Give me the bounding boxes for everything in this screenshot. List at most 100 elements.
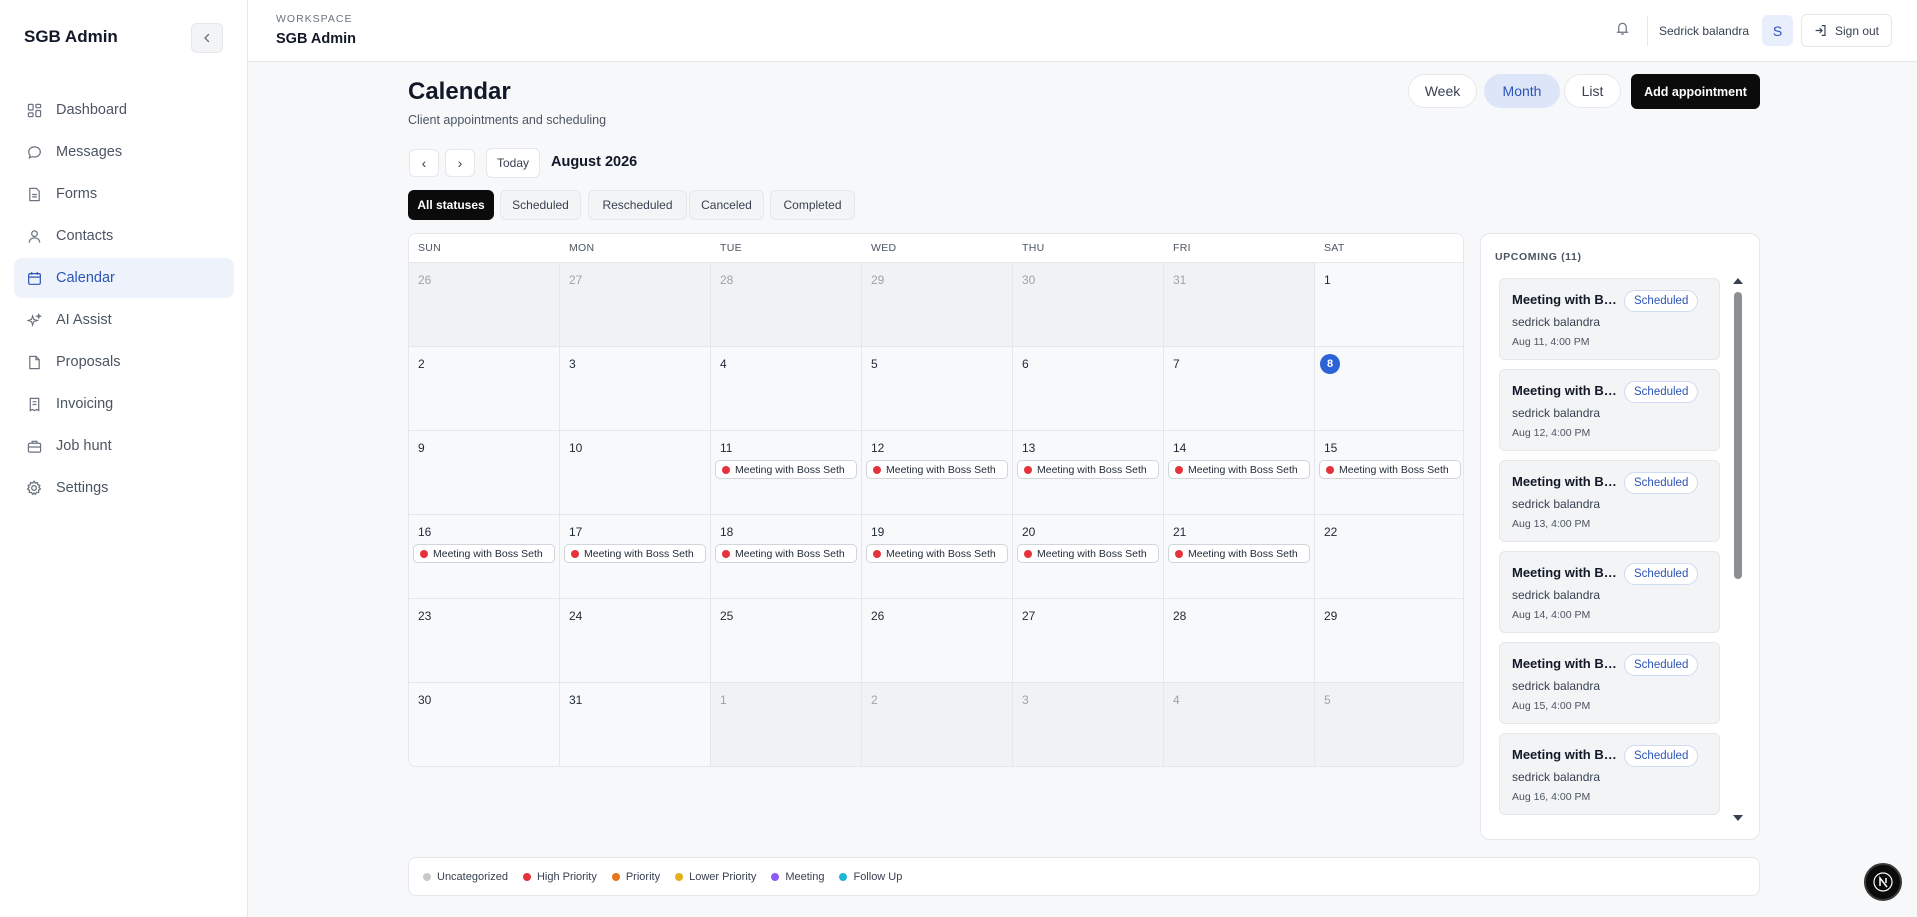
sidebar-item-contacts[interactable]: Contacts (14, 216, 234, 256)
calendar-day-cell[interactable]: 27 (560, 263, 711, 347)
scrollbar-thumb[interactable] (1734, 292, 1742, 579)
nextjs-badge[interactable] (1864, 863, 1902, 901)
calendar-event[interactable]: Meeting with Boss Seth (1017, 460, 1159, 479)
sidebar-item-forms[interactable]: Forms (14, 174, 234, 214)
status-badge: Scheduled (1624, 654, 1699, 676)
calendar-day-cell[interactable]: 31 (560, 683, 711, 766)
notifications-button[interactable] (1615, 20, 1630, 39)
workspace-name: SGB Admin (276, 31, 357, 47)
calendar-day-cell[interactable]: 26 (862, 599, 1013, 683)
calendar-day-cell[interactable]: 2 (409, 347, 560, 431)
calendar-day-cell[interactable]: 2 (862, 683, 1013, 766)
calendar-event[interactable]: Meeting with Boss Seth (866, 460, 1008, 479)
calendar-day-cell[interactable]: 11 Meeting with Boss Seth (711, 431, 862, 515)
calendar-day-cell[interactable]: 18 Meeting with Boss Seth (711, 515, 862, 599)
calendar-day-cell[interactable]: 1 (711, 683, 862, 766)
sidebar-item-proposals[interactable]: Proposals (14, 342, 234, 382)
calendar-day-cell[interactable]: 19 Meeting with Boss Seth (862, 515, 1013, 599)
calendar-day-cell[interactable]: 29 (862, 263, 1013, 347)
next-month-button[interactable]: › (445, 149, 475, 177)
sidebar-item-ai-assist[interactable]: AI Assist (14, 300, 234, 340)
calendar-event[interactable]: Meeting with Boss Seth (564, 544, 706, 563)
filter-canceled[interactable]: Canceled (689, 190, 764, 220)
filter-all-statuses[interactable]: All statuses (408, 190, 494, 220)
date-number: 30 (1022, 273, 1036, 287)
date-number: 21 (1173, 525, 1187, 539)
add-appointment-button[interactable]: Add appointment (1631, 74, 1760, 109)
scroll-up-arrow[interactable] (1733, 278, 1743, 284)
filter-completed[interactable]: Completed (770, 190, 855, 220)
calendar-day-cell[interactable]: 15 Meeting with Boss Seth (1315, 431, 1463, 515)
today-date-number: 8 (1320, 354, 1340, 374)
sidebar-item-settings[interactable]: Settings (14, 468, 234, 508)
calendar-event[interactable]: Meeting with Boss Seth (1319, 460, 1461, 479)
calendar-day-cell[interactable]: 5 (1315, 683, 1463, 766)
view-month-button[interactable]: Month (1484, 74, 1560, 108)
upcoming-appointment-card[interactable]: Meeting with Boss Seth Scheduled sedrick b… (1499, 460, 1720, 542)
view-week-button[interactable]: Week (1408, 74, 1477, 108)
calendar-day-cell[interactable]: 30 (1013, 263, 1164, 347)
upcoming-appointment-card[interactable]: Meeting with Boss Seth Scheduled sedrick b… (1499, 551, 1720, 633)
calendar-day-cell[interactable]: 27 (1013, 599, 1164, 683)
calendar-day-cell[interactable]: 24 (560, 599, 711, 683)
calendar-event[interactable]: Meeting with Boss Seth (1017, 544, 1159, 563)
upcoming-appointment-card[interactable]: Meeting with Boss Seth Scheduled sedrick b… (1499, 642, 1720, 724)
calendar-day-cell[interactable]: 22 (1315, 515, 1463, 599)
calendar-day-cell[interactable]: 28 (711, 263, 862, 347)
calendar-day-cell[interactable]: 4 (1164, 683, 1315, 766)
today-button[interactable]: Today (486, 148, 540, 178)
calendar-day-cell[interactable]: 31 (1164, 263, 1315, 347)
calendar-day-cell[interactable]: 21 Meeting with Boss Seth (1164, 515, 1315, 599)
calendar-day-cell[interactable]: 14 Meeting with Boss Seth (1164, 431, 1315, 515)
sidebar-item-messages[interactable]: Messages (14, 132, 234, 172)
sign-out-button[interactable]: Sign out (1801, 14, 1892, 47)
appointment-client: sedrick balandra (1512, 679, 1601, 693)
calendar-event[interactable]: Meeting with Boss Seth (715, 544, 857, 563)
calendar-event[interactable]: Meeting with Boss Seth (715, 460, 857, 479)
calendar-event[interactable]: Meeting with Boss Seth (413, 544, 555, 563)
calendar-day-cell[interactable]: 4 (711, 347, 862, 431)
calendar-day-cell[interactable]: 7 (1164, 347, 1315, 431)
collapse-sidebar-button[interactable] (191, 23, 223, 53)
view-list-button[interactable]: List (1564, 74, 1621, 108)
calendar-day-cell[interactable]: 26 (409, 263, 560, 347)
calendar-day-cell[interactable]: 1 (1315, 263, 1463, 347)
sidebar-item-label: Dashboard (56, 102, 127, 118)
calendar-day-cell[interactable]: 12 Meeting with Boss Seth (862, 431, 1013, 515)
calendar-day-cell[interactable]: 10 (560, 431, 711, 515)
sidebar-item-job-hunt[interactable]: Job hunt (14, 426, 234, 466)
filter-scheduled[interactable]: Scheduled (500, 190, 581, 220)
filter-rescheduled[interactable]: Rescheduled (588, 190, 687, 220)
calendar-day-cell[interactable]: 3 (560, 347, 711, 431)
upcoming-list[interactable]: Meeting with Boss Seth Scheduled sedrick b… (1499, 278, 1721, 823)
date-number: 5 (871, 357, 878, 371)
calendar-day-cell[interactable]: 16 Meeting with Boss Seth (409, 515, 560, 599)
calendar-day-cell[interactable]: 30 (409, 683, 560, 766)
upcoming-appointment-card[interactable]: Meeting with Boss Seth Scheduled sedrick b… (1499, 278, 1720, 360)
calendar-event[interactable]: Meeting with Boss Seth (1168, 544, 1310, 563)
calendar-event[interactable]: Meeting with Boss Seth (866, 544, 1008, 563)
sidebar-item-dashboard[interactable]: Dashboard (14, 90, 234, 130)
upcoming-appointment-card[interactable]: Meeting with Boss Seth Scheduled sedrick b… (1499, 369, 1720, 451)
avatar[interactable]: S (1762, 15, 1793, 46)
calendar-day-cell[interactable]: 9 (409, 431, 560, 515)
calendar-day-cell[interactable]: 25 (711, 599, 862, 683)
calendar-day-cell[interactable]: 20 Meeting with Boss Seth (1013, 515, 1164, 599)
previous-month-button[interactable]: ‹ (409, 149, 439, 177)
calendar-day-cell[interactable]: 8 (1315, 347, 1463, 431)
calendar-day-cell[interactable]: 29 (1315, 599, 1463, 683)
calendar-day-cell[interactable]: 6 (1013, 347, 1164, 431)
weekday-label: SUN (418, 242, 442, 254)
calendar-day-cell[interactable]: 28 (1164, 599, 1315, 683)
calendar-day-cell[interactable]: 23 (409, 599, 560, 683)
calendar-event[interactable]: Meeting with Boss Seth (1168, 460, 1310, 479)
calendar-day-cell[interactable]: 3 (1013, 683, 1164, 766)
sidebar-item-calendar[interactable]: Calendar (14, 258, 234, 298)
calendar-day-cell[interactable]: 17 Meeting with Boss Seth (560, 515, 711, 599)
sidebar-item-invoicing[interactable]: Invoicing (14, 384, 234, 424)
event-title: Meeting with Boss Seth (1037, 547, 1147, 560)
calendar-day-cell[interactable]: 13 Meeting with Boss Seth (1013, 431, 1164, 515)
upcoming-appointment-card[interactable]: Meeting with Boss Seth Scheduled sedrick b… (1499, 733, 1720, 815)
calendar-day-cell[interactable]: 5 (862, 347, 1013, 431)
scroll-down-arrow[interactable] (1733, 815, 1743, 821)
